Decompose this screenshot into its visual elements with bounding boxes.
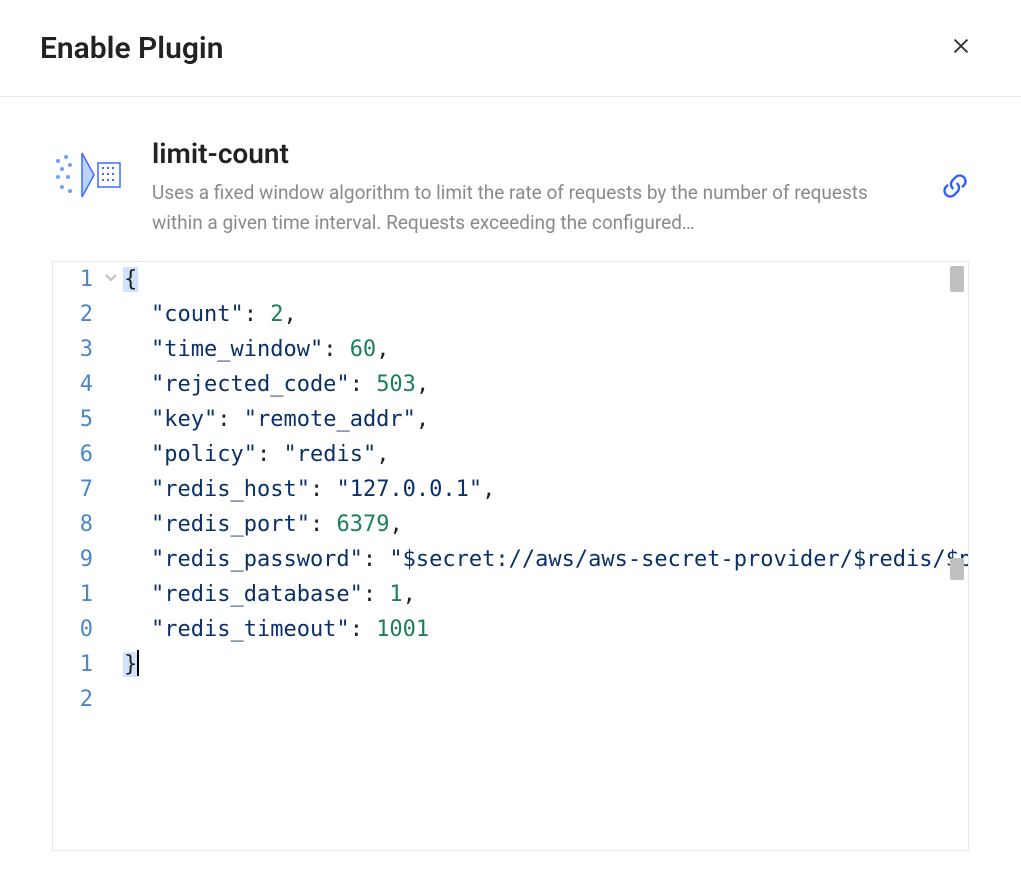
limit-count-icon [52, 147, 124, 203]
code-line[interactable] [123, 682, 968, 717]
json-editor[interactable]: 1234567891012 {"count": 2,"time_window":… [52, 261, 969, 851]
code-line[interactable]: "redis_timeout": 1001 [123, 612, 968, 647]
line-number: 6 [53, 437, 93, 472]
line-number: 8 [53, 507, 93, 542]
code-line[interactable]: "redis_password": "$secret://aws/aws-sec… [123, 542, 968, 577]
editor-gutter: 1234567891012 [53, 262, 101, 850]
docs-link-button[interactable] [941, 172, 969, 204]
code-line[interactable]: "redis_port": 6379, [123, 507, 968, 542]
editor-code-area[interactable]: {"count": 2,"time_window": 60,"rejected_… [123, 262, 968, 850]
line-number: 1 [53, 262, 93, 297]
enable-plugin-modal: Enable Plugin [0, 0, 1021, 882]
code-line[interactable]: "rejected_code": 503, [123, 367, 968, 402]
code-line[interactable]: "redis_host": "127.0.0.1", [123, 472, 968, 507]
line-number: 2 [53, 297, 93, 332]
line-number: 0 [53, 612, 93, 647]
line-number: 2 [53, 682, 93, 717]
line-number: 4 [53, 367, 93, 402]
line-number: 7 [53, 472, 93, 507]
line-number: 3 [53, 332, 93, 367]
link-icon [941, 185, 969, 204]
modal-header: Enable Plugin [0, 0, 1021, 97]
close-icon [950, 35, 972, 61]
plugin-name: limit-count [152, 137, 901, 170]
code-line[interactable]: "key": "remote_addr", [123, 402, 968, 437]
scrollbar-thumb-mid[interactable] [950, 558, 964, 580]
code-line[interactable]: "time_window": 60, [123, 332, 968, 367]
modal-title: Enable Plugin [40, 31, 223, 66]
plugin-text: limit-count Uses a fixed window algorith… [152, 137, 901, 239]
line-number: 1 [53, 647, 93, 682]
plugin-info: limit-count Uses a fixed window algorith… [52, 137, 969, 239]
line-number: 9 [53, 542, 93, 577]
plugin-description: Uses a fixed window algorithm to limit t… [152, 178, 901, 239]
close-button[interactable] [941, 28, 981, 68]
code-line[interactable]: "count": 2, [123, 297, 968, 332]
code-line[interactable]: "policy": "redis", [123, 437, 968, 472]
code-line[interactable]: { [123, 262, 968, 297]
scrollbar-thumb-top[interactable] [950, 266, 964, 292]
line-number: 1 [53, 577, 93, 612]
modal-body: limit-count Uses a fixed window algorith… [0, 97, 1021, 882]
code-line[interactable]: } [123, 647, 968, 682]
chevron-down-icon [103, 269, 119, 285]
code-line[interactable]: "redis_database": 1, [123, 577, 968, 612]
line-number: 5 [53, 402, 93, 437]
fold-toggle[interactable] [103, 269, 119, 285]
